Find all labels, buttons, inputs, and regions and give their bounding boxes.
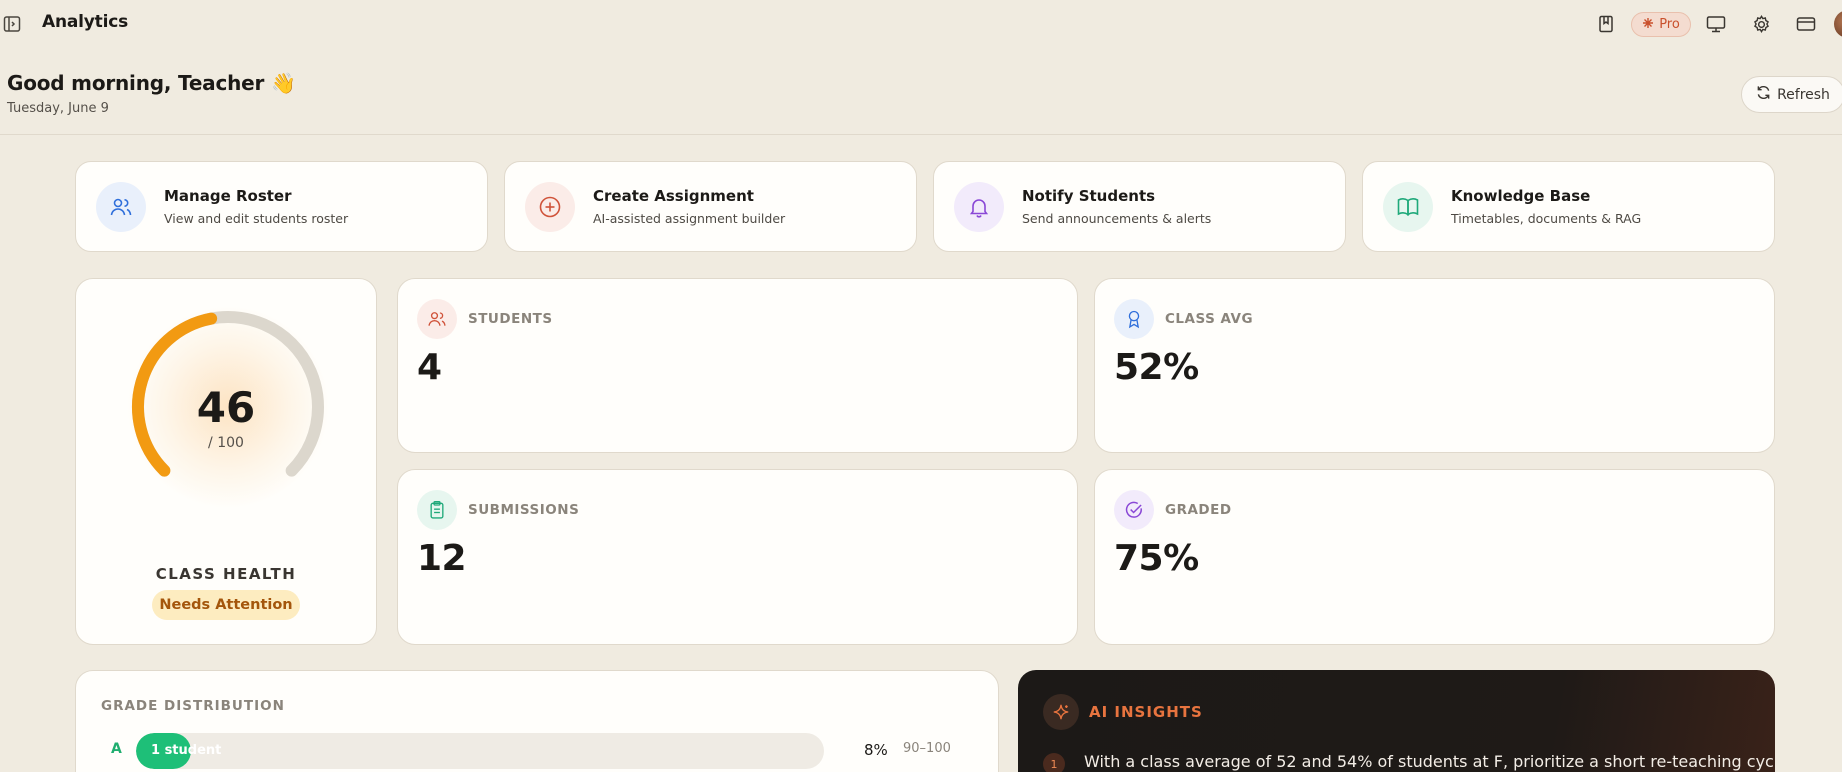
award-icon <box>1114 299 1154 339</box>
app-title: Analytics <box>42 12 128 32</box>
ai-insights-card: AI INSIGHTS 1 With a class average of 52… <box>1018 670 1775 772</box>
stat-card-students: STUDENTS 4 <box>397 278 1078 453</box>
stat-value: 12 <box>417 538 467 579</box>
health-score: 46 <box>196 383 256 432</box>
grade-distribution-title: GRADE DISTRIBUTION <box>101 698 285 714</box>
users-icon <box>417 299 457 339</box>
quick-action-knowledge-base[interactable]: Knowledge Base Timetables, documents & R… <box>1362 161 1775 252</box>
quick-action-title: Notify Students <box>1022 187 1156 205</box>
stat-card-graded: GRADED 75% <box>1094 469 1775 645</box>
stat-value: 75% <box>1114 538 1199 579</box>
stat-card-class-avg: CLASS AVG 52% <box>1094 278 1775 453</box>
stat-label: SUBMISSIONS <box>468 502 580 518</box>
quick-action-create-assignment[interactable]: Create Assignment AI-assisted assignment… <box>504 161 917 252</box>
ai-insights-title: AI INSIGHTS <box>1089 703 1203 721</box>
sparkle-icon <box>1642 17 1654 33</box>
grade-count: 1 student <box>151 743 222 758</box>
insight-number: 1 <box>1043 753 1065 772</box>
clipboard-icon <box>417 490 457 530</box>
grade-distribution-card: GRADE DISTRIBUTION A 1 student 8% 90–100 <box>75 670 999 772</box>
top-bar: Analytics Pro <box>0 0 1842 48</box>
stat-card-submissions: SUBMISSIONS 12 <box>397 469 1078 645</box>
bell-icon <box>954 182 1004 232</box>
sparkle-icon <box>1043 694 1079 730</box>
insight-text: With a class average of 52 and 54% of st… <box>1084 752 1775 771</box>
health-label: CLASS HEALTH <box>155 565 297 583</box>
sidebar-toggle-icon[interactable] <box>3 15 21 33</box>
refresh-label: Refresh <box>1777 86 1830 103</box>
grade-bar-track: 1 student <box>136 733 824 769</box>
card-icon[interactable] <box>1795 13 1817 35</box>
quick-action-notify-students[interactable]: Notify Students Send announcements & ale… <box>933 161 1346 252</box>
book-icon <box>1383 182 1433 232</box>
refresh-button[interactable]: Refresh <box>1741 76 1842 113</box>
pro-badge[interactable]: Pro <box>1631 12 1691 37</box>
gear-icon[interactable] <box>1750 13 1772 35</box>
refresh-icon <box>1756 85 1771 104</box>
quick-action-subtitle: Timetables, documents & RAG <box>1451 211 1642 226</box>
date-label: Tuesday, June 9 <box>7 101 109 116</box>
quick-action-title: Manage Roster <box>164 187 292 205</box>
pro-label: Pro <box>1659 17 1680 32</box>
grade-letter: A <box>111 741 122 757</box>
quick-action-title: Create Assignment <box>593 187 754 205</box>
quick-action-manage-roster[interactable]: Manage Roster View and edit students ros… <box>75 161 488 252</box>
stat-label: GRADED <box>1165 502 1232 518</box>
avatar[interactable] <box>1834 10 1842 38</box>
header-divider <box>0 134 1842 135</box>
health-max: / 100 <box>208 435 244 451</box>
greeting-title: Good morning, Teacher 👋 <box>7 71 296 95</box>
stat-label: CLASS AVG <box>1165 311 1254 327</box>
users-icon <box>96 182 146 232</box>
quick-action-subtitle: Send announcements & alerts <box>1022 211 1212 226</box>
quick-action-subtitle: AI-assisted assignment builder <box>593 211 786 226</box>
quick-action-subtitle: View and edit students roster <box>164 211 349 226</box>
stat-value: 52% <box>1114 347 1199 388</box>
stat-value: 4 <box>417 347 442 388</box>
grade-percent: 8% <box>864 741 888 759</box>
quick-action-title: Knowledge Base <box>1451 187 1591 205</box>
health-status-badge: Needs Attention <box>152 590 300 620</box>
monitor-icon[interactable] <box>1705 13 1727 35</box>
grade-range: 90–100 <box>903 741 951 756</box>
check-circle-icon <box>1114 490 1154 530</box>
stat-label: STUDENTS <box>468 311 553 327</box>
class-health-card: 46 / 100 CLASS HEALTH Needs Attention <box>75 278 377 645</box>
plus-circle-icon <box>525 182 575 232</box>
bookmark-icon[interactable] <box>1595 13 1617 35</box>
